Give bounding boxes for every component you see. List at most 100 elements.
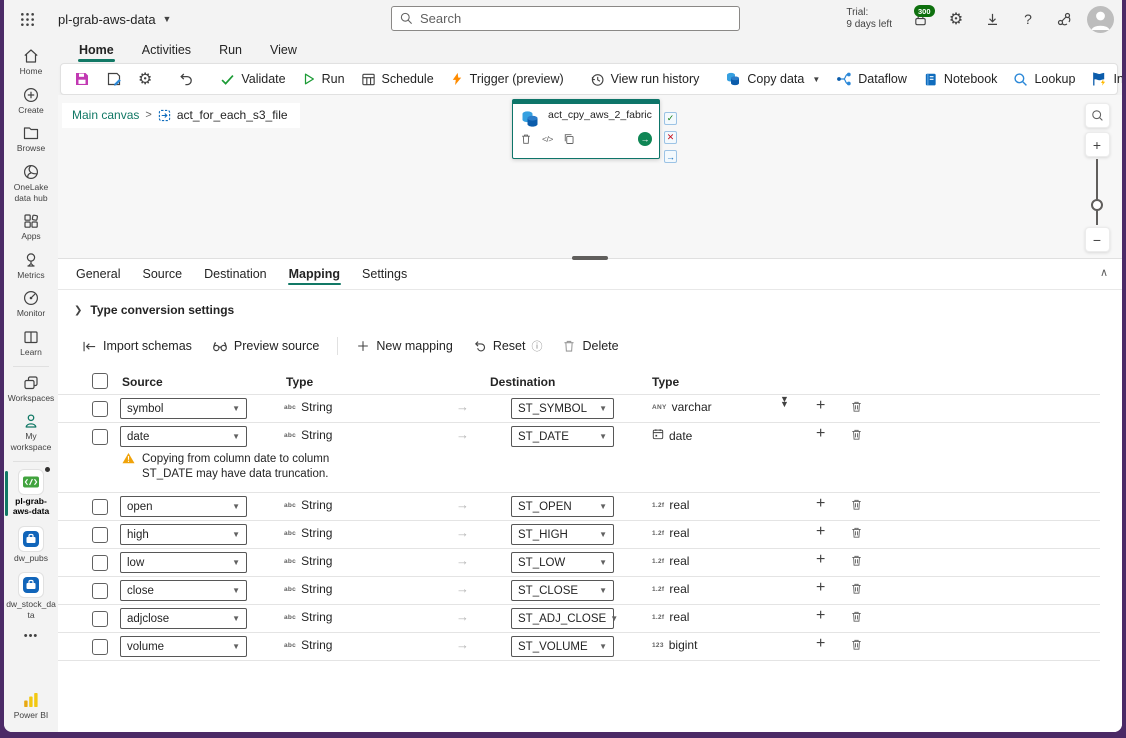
sidebar-item-more[interactable]: ••• bbox=[4, 626, 58, 647]
sidebar-item-onelake-data-hub[interactable]: OneLake data hub bbox=[4, 159, 58, 208]
panel-tab-mapping[interactable]: Mapping bbox=[278, 262, 351, 289]
sidebar-item-metrics[interactable]: Metrics bbox=[4, 247, 58, 286]
select-all-checkbox[interactable] bbox=[92, 373, 108, 389]
row-checkbox[interactable] bbox=[92, 583, 108, 599]
add-mapping-row-icon[interactable]: + bbox=[816, 607, 825, 625]
panel-tab-destination[interactable]: Destination bbox=[193, 262, 278, 289]
delete-activity-icon[interactable] bbox=[520, 133, 532, 145]
source-column-dropdown[interactable]: volume▼ bbox=[120, 636, 247, 657]
row-checkbox[interactable] bbox=[92, 639, 108, 655]
source-column-dropdown[interactable]: open▼ bbox=[120, 496, 247, 517]
save-button[interactable] bbox=[67, 67, 97, 91]
add-mapping-row-icon[interactable]: + bbox=[816, 635, 825, 653]
source-column-dropdown[interactable]: low▼ bbox=[120, 552, 247, 573]
lookup-button[interactable]: Lookup bbox=[1006, 68, 1082, 91]
double-chevron-down-icon[interactable]: ▼▼ bbox=[780, 397, 789, 407]
delete-button[interactable]: Delete bbox=[554, 335, 626, 357]
pipeline-settings-button[interactable]: ⚙ bbox=[131, 65, 159, 93]
trigger-preview-button[interactable]: Trigger (preview) bbox=[443, 68, 571, 90]
search-input[interactable]: Search bbox=[391, 6, 740, 31]
panel-tab-settings[interactable]: Settings bbox=[351, 262, 418, 289]
run-button[interactable]: Run bbox=[295, 68, 352, 90]
reset-button[interactable]: Reset ⓘ bbox=[465, 334, 551, 358]
add-mapping-row-icon[interactable]: + bbox=[816, 551, 825, 569]
sidebar-item-apps[interactable]: Apps bbox=[4, 208, 58, 247]
view-run-history-button[interactable]: View run history bbox=[583, 68, 707, 91]
schedule-button[interactable]: Schedule bbox=[354, 68, 441, 91]
source-column-dropdown[interactable]: symbol▼ bbox=[120, 398, 247, 419]
panel-tab-general[interactable]: General bbox=[65, 262, 131, 289]
destination-column-dropdown[interactable]: ST_ADJ_CLOSE▼ bbox=[511, 608, 614, 629]
trial-capacity-button[interactable]: 300 bbox=[904, 3, 936, 35]
pipeline-canvas[interactable]: Main canvas > act_for_each_s3_file act_c… bbox=[58, 95, 1122, 258]
copy-data-button[interactable]: Copy data ▼ bbox=[718, 67, 827, 91]
new-mapping-button[interactable]: New mapping bbox=[348, 335, 460, 357]
delete-mapping-row-button[interactable] bbox=[850, 400, 863, 418]
preview-source-button[interactable]: Preview source bbox=[204, 334, 327, 358]
help-button[interactable]: ? bbox=[1012, 3, 1044, 35]
import-schemas-button[interactable]: Import schemas bbox=[74, 335, 200, 358]
row-checkbox[interactable] bbox=[92, 499, 108, 515]
undo-button[interactable] bbox=[171, 67, 201, 91]
destination-column-dropdown[interactable]: ST_HIGH▼ bbox=[511, 524, 614, 545]
settings-button[interactable]: ⚙ bbox=[940, 3, 972, 35]
downloads-button[interactable] bbox=[976, 3, 1008, 35]
activity-card-copy-data[interactable]: act_cpy_aws_2_fabric </> → ✓ ✕ → bbox=[512, 99, 660, 159]
add-mapping-row-icon[interactable]: + bbox=[816, 523, 825, 541]
zoom-slider-handle[interactable] bbox=[1091, 199, 1103, 211]
sidebar-item-pipeline-pl-grab-aws-data[interactable]: pl-grab-aws-data bbox=[4, 465, 58, 522]
row-checkbox[interactable] bbox=[92, 611, 108, 627]
destination-column-dropdown[interactable]: ST_LOW▼ bbox=[511, 552, 614, 573]
sidebar-item-workspaces[interactable]: Workspaces bbox=[4, 370, 58, 409]
source-column-dropdown[interactable]: high▼ bbox=[120, 524, 247, 545]
type-conversion-settings-toggle[interactable]: ❯ Type conversion settings bbox=[58, 290, 1122, 317]
save-as-button[interactable] bbox=[99, 67, 129, 91]
source-column-dropdown[interactable]: adjclose▼ bbox=[120, 608, 247, 629]
row-checkbox[interactable] bbox=[92, 555, 108, 571]
account-button[interactable] bbox=[1084, 3, 1116, 35]
on-completion-connector[interactable]: → bbox=[664, 150, 677, 163]
delete-mapping-row-button[interactable] bbox=[850, 498, 863, 516]
row-checkbox[interactable] bbox=[92, 401, 108, 417]
code-view-icon[interactable]: </> bbox=[542, 134, 553, 144]
tab-run[interactable]: Run bbox=[206, 40, 255, 62]
app-launcher-icon[interactable] bbox=[10, 2, 44, 36]
sidebar-item-browse[interactable]: Browse bbox=[4, 120, 58, 159]
sidebar-item-create[interactable]: Create bbox=[4, 82, 58, 121]
destination-column-dropdown[interactable]: ST_DATE▼ bbox=[511, 426, 614, 447]
row-checkbox[interactable] bbox=[92, 527, 108, 543]
sidebar-item-monitor[interactable]: Monitor bbox=[4, 285, 58, 324]
delete-mapping-row-button[interactable] bbox=[850, 610, 863, 628]
delete-mapping-row-button[interactable] bbox=[850, 638, 863, 656]
tab-home[interactable]: Home bbox=[66, 40, 127, 62]
destination-column-dropdown[interactable]: ST_OPEN▼ bbox=[511, 496, 614, 517]
delete-mapping-row-button[interactable] bbox=[850, 428, 863, 446]
add-mapping-row-icon[interactable]: + bbox=[816, 425, 825, 443]
on-success-connector[interactable]: ✓ bbox=[664, 112, 677, 125]
validate-button[interactable]: Validate bbox=[213, 68, 292, 91]
delete-mapping-row-button[interactable] bbox=[850, 554, 863, 572]
destination-column-dropdown[interactable]: ST_CLOSE▼ bbox=[511, 580, 614, 601]
tab-view[interactable]: View bbox=[257, 40, 310, 62]
source-column-dropdown[interactable]: close▼ bbox=[120, 580, 247, 601]
on-failure-connector[interactable]: ✕ bbox=[664, 131, 677, 144]
invoke-pipeline-button[interactable]: Invoke Pipeline bbox=[1084, 67, 1122, 91]
sidebar-item-learn[interactable]: Learn bbox=[4, 324, 58, 363]
panel-tab-source[interactable]: Source bbox=[131, 262, 193, 289]
zoom-to-fit-button[interactable] bbox=[1085, 103, 1110, 128]
sidebar-item-my-workspace[interactable]: My workspace bbox=[4, 408, 58, 457]
zoom-in-button[interactable]: + bbox=[1085, 132, 1110, 157]
destination-column-dropdown[interactable]: ST_SYMBOL▼ bbox=[511, 398, 614, 419]
breadcrumb-main-canvas-link[interactable]: Main canvas bbox=[72, 108, 139, 122]
activity-navigate-icon[interactable]: → bbox=[638, 132, 652, 146]
sidebar-item-warehouse-dw-pubs[interactable]: dw_pubs bbox=[4, 522, 58, 569]
add-mapping-row-icon[interactable]: + bbox=[816, 397, 825, 415]
sidebar-item-power-bi[interactable]: Power BI bbox=[4, 687, 58, 726]
feedback-button[interactable] bbox=[1048, 3, 1080, 35]
zoom-slider[interactable] bbox=[1096, 159, 1098, 225]
add-mapping-row-icon[interactable]: + bbox=[816, 579, 825, 597]
pipeline-title-menu[interactable]: pl-grab-aws-data ▼ bbox=[58, 12, 171, 27]
add-mapping-row-icon[interactable]: + bbox=[816, 495, 825, 513]
dataflow-button[interactable]: Dataflow bbox=[829, 67, 914, 91]
tab-activities[interactable]: Activities bbox=[129, 40, 204, 62]
